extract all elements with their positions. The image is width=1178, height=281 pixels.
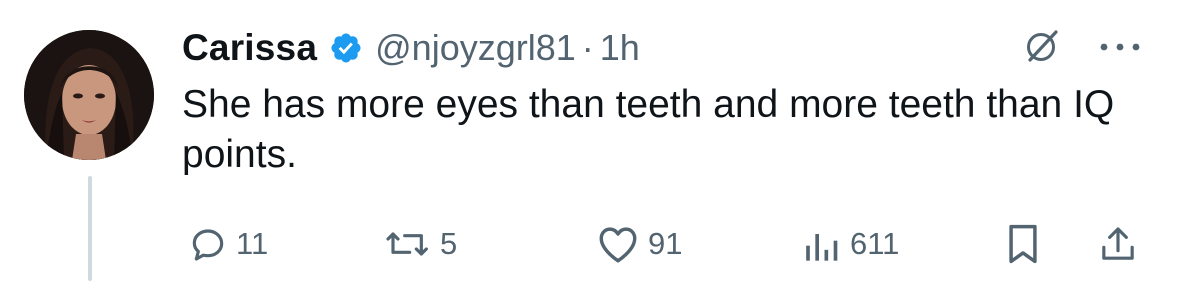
retweet-icon [384, 224, 432, 264]
reply-count: 11 [236, 226, 269, 261]
tweet-header: Carissa @njoyzgrl81 · 1h [182, 22, 640, 74]
heart-icon [596, 224, 640, 264]
share-icon [1098, 223, 1138, 265]
grok-icon[interactable] [1022, 26, 1062, 66]
retweet-count: 5 [440, 226, 458, 261]
avatar-image [24, 30, 154, 160]
verified-badge-icon[interactable] [329, 31, 363, 65]
retweet-button[interactable]: 5 [384, 214, 457, 274]
tweet-timestamp[interactable]: 1h [600, 27, 640, 69]
views-chart-icon [802, 224, 842, 264]
avatar[interactable] [24, 30, 154, 160]
author-name[interactable]: Carissa [182, 27, 317, 69]
dot-separator: · [581, 27, 594, 68]
tweet-text: She has more eyes than teeth and more te… [182, 83, 1115, 176]
share-button[interactable] [1098, 214, 1138, 274]
more-options-icon[interactable] [1098, 40, 1142, 52]
bookmark-button[interactable] [1004, 214, 1042, 274]
view-count: 611 [850, 226, 900, 261]
views-button[interactable]: 611 [802, 214, 899, 274]
bookmark-icon [1004, 222, 1042, 266]
reply-icon [188, 224, 228, 264]
reply-button[interactable]: 11 [188, 214, 268, 274]
action-bar: 11 5 91 611 [0, 214, 1178, 274]
like-count: 91 [648, 226, 683, 261]
like-button[interactable]: 91 [596, 214, 682, 274]
tweet[interactable]: Carissa @njoyzgrl81 · 1h She has more ey… [0, 0, 1178, 281]
author-handle[interactable]: @njoyzgrl81 [375, 27, 576, 69]
